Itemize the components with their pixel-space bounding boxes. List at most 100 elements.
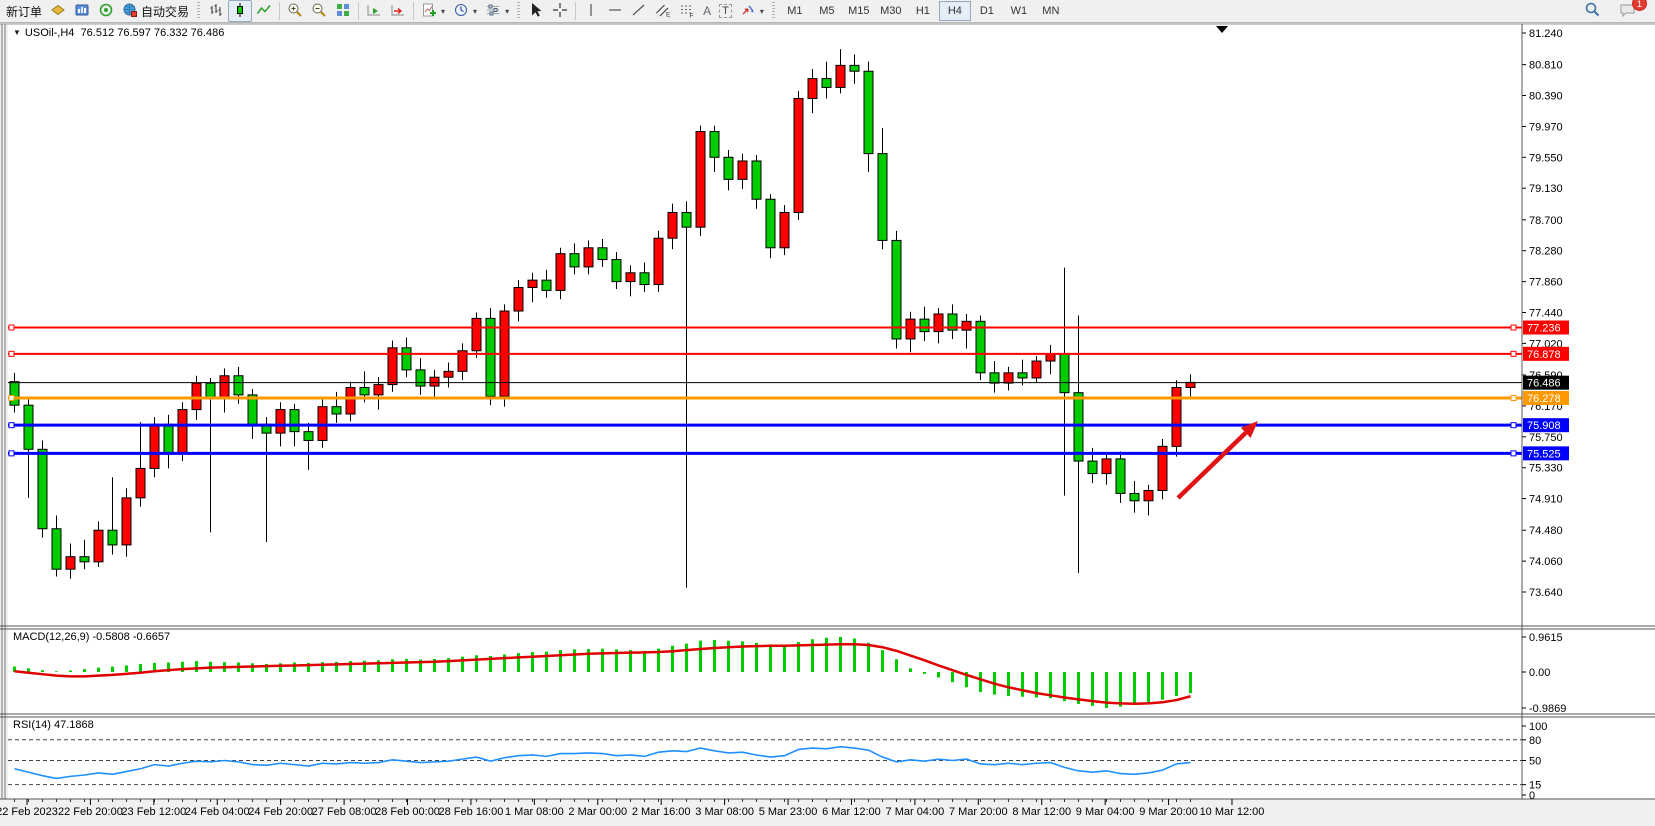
notification-badge[interactable]: 1 xyxy=(1632,0,1647,11)
timeframe-button-h1[interactable]: H1 xyxy=(907,1,939,21)
svg-text:3 Mar 08:00: 3 Mar 08:00 xyxy=(695,806,754,818)
candlestick-chart-icon xyxy=(232,2,248,21)
svg-text:74.480: 74.480 xyxy=(1529,525,1563,537)
chevron-down-icon[interactable]: ▾ xyxy=(760,7,764,16)
search-icon xyxy=(1584,1,1601,21)
auto-trading-button[interactable]: 自动交易 xyxy=(118,0,193,22)
chevron-down-icon[interactable]: ▾ xyxy=(505,7,509,16)
auto-scroll-icon xyxy=(366,2,382,21)
horizontal-line-icon xyxy=(607,2,623,21)
market-watch-button[interactable] xyxy=(46,0,70,22)
svg-text:23 Feb 12:00: 23 Feb 12:00 xyxy=(121,806,186,818)
svg-text:0.9615: 0.9615 xyxy=(1529,632,1563,644)
svg-text:8 Mar 12:00: 8 Mar 12:00 xyxy=(1012,806,1071,818)
signals-icon xyxy=(98,2,114,21)
svg-text:10 Mar 12:00: 10 Mar 12:00 xyxy=(1200,806,1265,818)
svg-text:22 Feb 2023: 22 Feb 2023 xyxy=(0,806,58,818)
chart-shift-icon xyxy=(390,2,406,21)
svg-text:76.278: 76.278 xyxy=(1527,393,1561,405)
vertical-line-icon xyxy=(583,2,599,21)
auto-scroll-button[interactable] xyxy=(362,0,386,22)
add-indicator-icon xyxy=(421,2,437,21)
svg-text:74.060: 74.060 xyxy=(1529,556,1563,568)
svg-text:77.236: 77.236 xyxy=(1527,323,1561,335)
svg-text:79.970: 79.970 xyxy=(1529,121,1563,133)
crosshair-button[interactable] xyxy=(548,0,572,22)
new-order-button[interactable]: 新订单 xyxy=(2,0,46,22)
svg-text:75.750: 75.750 xyxy=(1529,432,1563,444)
fibo-tool-glyph: F xyxy=(690,12,694,18)
text-label-tool-icon: T xyxy=(719,4,732,18)
svg-text:24 Feb 20:00: 24 Feb 20:00 xyxy=(248,806,313,818)
zoom-in-icon xyxy=(287,2,303,21)
timeframe-button-d1[interactable]: D1 xyxy=(971,1,1003,21)
zoom-in-button[interactable] xyxy=(283,0,307,22)
toolbar-grip[interactable] xyxy=(517,2,520,20)
toolbar-separator xyxy=(413,2,414,20)
cursor-button[interactable] xyxy=(524,0,548,22)
svg-text:80: 80 xyxy=(1529,735,1541,747)
chart-properties-button[interactable]: ▾ xyxy=(481,0,513,22)
arrows-shapes-button[interactable]: ▾ xyxy=(736,0,768,22)
svg-text:9 Mar 20:00: 9 Mar 20:00 xyxy=(1139,806,1198,818)
text-tool-icon: A xyxy=(703,4,711,18)
svg-text:22 Feb 20:00: 22 Feb 20:00 xyxy=(58,806,123,818)
toolbar-right-zone: 1 xyxy=(1580,0,1653,22)
new-order-label: 新订单 xyxy=(6,3,42,20)
chart-canvas[interactable]: 81.24080.81080.39079.97079.55079.13078.7… xyxy=(0,0,1655,826)
svg-text:77.860: 77.860 xyxy=(1529,277,1563,289)
macd-indicator-label: MACD(12,26,9) -0.5808 -0.6657 xyxy=(13,631,170,643)
horizontal-line-button[interactable] xyxy=(603,0,627,22)
chevron-down-icon[interactable]: ▾ xyxy=(473,7,477,16)
svg-text:76.486: 76.486 xyxy=(1527,378,1561,390)
text-tool-button[interactable]: A xyxy=(699,0,715,22)
trendline-icon xyxy=(631,2,647,21)
timeframe-button-w1[interactable]: W1 xyxy=(1003,1,1035,21)
svg-text:0.00: 0.00 xyxy=(1529,667,1550,679)
toolbar-grip[interactable] xyxy=(772,2,775,20)
chart-ohlc-values: 76.512 76.597 76.332 76.486 xyxy=(81,27,225,39)
toolbar-separator xyxy=(358,2,359,20)
tile-windows-button[interactable] xyxy=(331,0,355,22)
svg-text:24 Feb 04:00: 24 Feb 04:00 xyxy=(185,806,250,818)
svg-text:75.330: 75.330 xyxy=(1529,463,1563,475)
equidistant-channel-icon: E xyxy=(655,2,671,21)
svg-text:-0.9869: -0.9869 xyxy=(1529,703,1566,715)
vertical-line-button[interactable] xyxy=(579,0,603,22)
equidistant-channel-button[interactable]: E xyxy=(651,0,675,22)
zoom-out-button[interactable] xyxy=(307,0,331,22)
chevron-down-icon[interactable]: ▾ xyxy=(441,7,445,16)
rsi-name: RSI(14) xyxy=(13,719,51,731)
period-clock-button[interactable]: ▾ xyxy=(449,0,481,22)
candlestick-chart-button[interactable] xyxy=(228,0,252,22)
svg-text:7 Mar 20:00: 7 Mar 20:00 xyxy=(949,806,1008,818)
signals-button[interactable] xyxy=(94,0,118,22)
text-label-tool-button[interactable]: T xyxy=(715,0,736,22)
crosshair-icon xyxy=(552,2,568,21)
toolbar-grip[interactable] xyxy=(197,2,200,20)
bar-chart-button[interactable] xyxy=(204,0,228,22)
line-chart-button[interactable] xyxy=(252,0,276,22)
line-chart-icon xyxy=(256,2,272,21)
collapse-triangle-icon[interactable]: ▼ xyxy=(13,28,21,37)
timeframe-button-m15[interactable]: M15 xyxy=(843,1,875,21)
timeframe-button-mn[interactable]: MN xyxy=(1035,1,1067,21)
svg-text:7 Mar 04:00: 7 Mar 04:00 xyxy=(886,806,945,818)
svg-text:79.550: 79.550 xyxy=(1529,152,1563,164)
add-indicator-button[interactable]: ▾ xyxy=(417,0,449,22)
search-button[interactable] xyxy=(1580,0,1605,22)
fibonacci-button[interactable]: F xyxy=(675,0,699,22)
auto-trading-label: 自动交易 xyxy=(141,3,189,20)
chart-shift-button[interactable] xyxy=(386,0,410,22)
timeframe-button-m5[interactable]: M5 xyxy=(811,1,843,21)
svg-text:5 Mar 23:00: 5 Mar 23:00 xyxy=(759,806,818,818)
notifications-button[interactable]: 1 xyxy=(1615,0,1641,22)
navigator-button[interactable] xyxy=(70,0,94,22)
svg-text:77.440: 77.440 xyxy=(1529,308,1563,320)
timeframe-button-m1[interactable]: M1 xyxy=(779,1,811,21)
timeframe-button-h4[interactable]: H4 xyxy=(939,1,971,21)
trendline-button[interactable] xyxy=(627,0,651,22)
svg-text:80.390: 80.390 xyxy=(1529,91,1563,103)
timeframe-button-m30[interactable]: M30 xyxy=(875,1,907,21)
timeframe-group: M1M5M15M30H1H4D1W1MN xyxy=(779,1,1067,21)
